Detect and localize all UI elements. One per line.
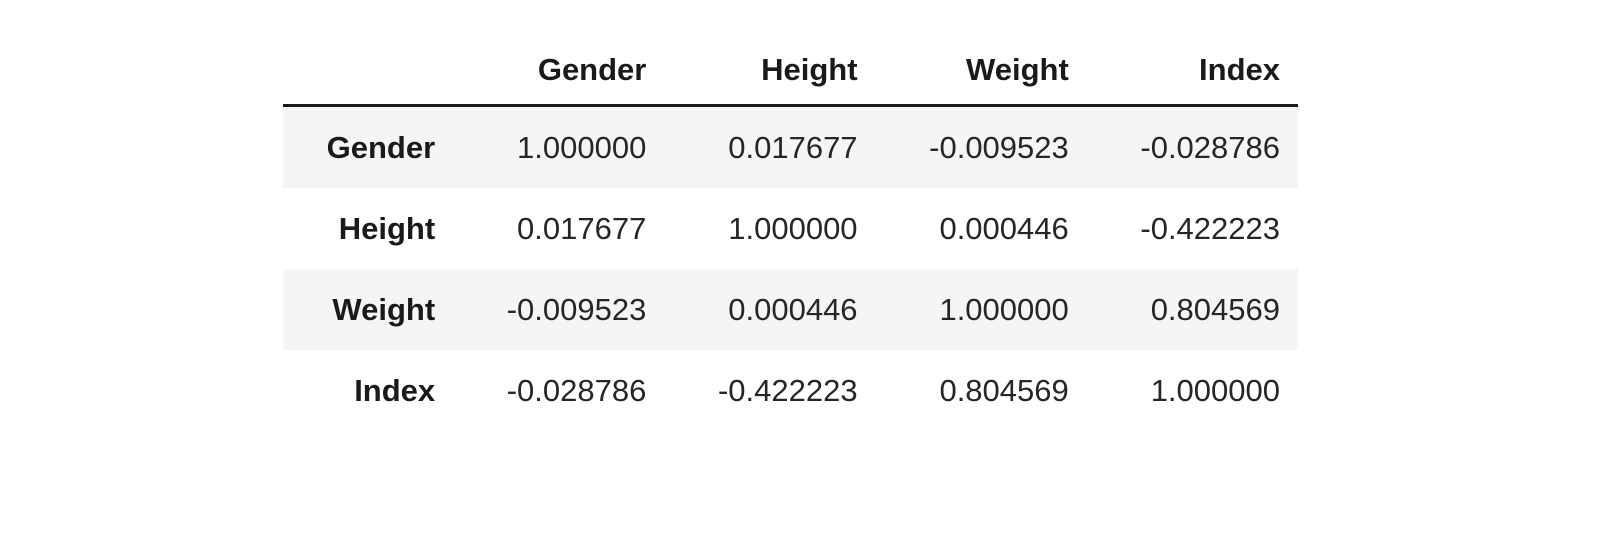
column-header-weight: Weight <box>875 52 1087 107</box>
table-corner-cell <box>283 52 454 107</box>
cell-index-weight: 0.804569 <box>875 350 1087 431</box>
cell-weight-gender: -0.009523 <box>453 269 665 350</box>
header-row: Gender Height Weight Index <box>283 52 1298 107</box>
cell-weight-weight: 1.000000 <box>875 269 1087 350</box>
table-body: Gender 1.000000 0.017677 -0.009523 -0.02… <box>283 105 1298 431</box>
row-label-gender: Gender <box>283 105 454 188</box>
cell-gender-weight: -0.009523 <box>875 105 1087 188</box>
cell-height-weight: 0.000446 <box>875 188 1087 269</box>
table-header: Gender Height Weight Index <box>283 52 1298 107</box>
cell-height-height: 1.000000 <box>664 188 876 269</box>
dataframe-output: Gender Height Weight Index Gender 1.0000… <box>283 52 1298 431</box>
correlation-matrix-table: Gender Height Weight Index Gender 1.0000… <box>283 52 1298 431</box>
table-row: Weight -0.009523 0.000446 1.000000 0.804… <box>283 269 1298 350</box>
table-row: Height 0.017677 1.000000 0.000446 -0.422… <box>283 188 1298 269</box>
cell-gender-index: -0.028786 <box>1086 105 1298 188</box>
cell-height-index: -0.422223 <box>1086 188 1298 269</box>
row-label-weight: Weight <box>283 269 454 350</box>
cell-gender-gender: 1.000000 <box>453 105 665 188</box>
cell-height-gender: 0.017677 <box>453 188 665 269</box>
column-header-index: Index <box>1086 52 1298 107</box>
column-header-height: Height <box>664 52 876 107</box>
table-row: Gender 1.000000 0.017677 -0.009523 -0.02… <box>283 105 1298 188</box>
column-header-gender: Gender <box>453 52 665 107</box>
row-label-height: Height <box>283 188 454 269</box>
row-label-index: Index <box>283 350 454 431</box>
table-row: Index -0.028786 -0.422223 0.804569 1.000… <box>283 350 1298 431</box>
cell-index-height: -0.422223 <box>664 350 876 431</box>
cell-weight-index: 0.804569 <box>1086 269 1298 350</box>
cell-index-gender: -0.028786 <box>453 350 665 431</box>
cell-gender-height: 0.017677 <box>664 105 876 188</box>
cell-index-index: 1.000000 <box>1086 350 1298 431</box>
cell-weight-height: 0.000446 <box>664 269 876 350</box>
